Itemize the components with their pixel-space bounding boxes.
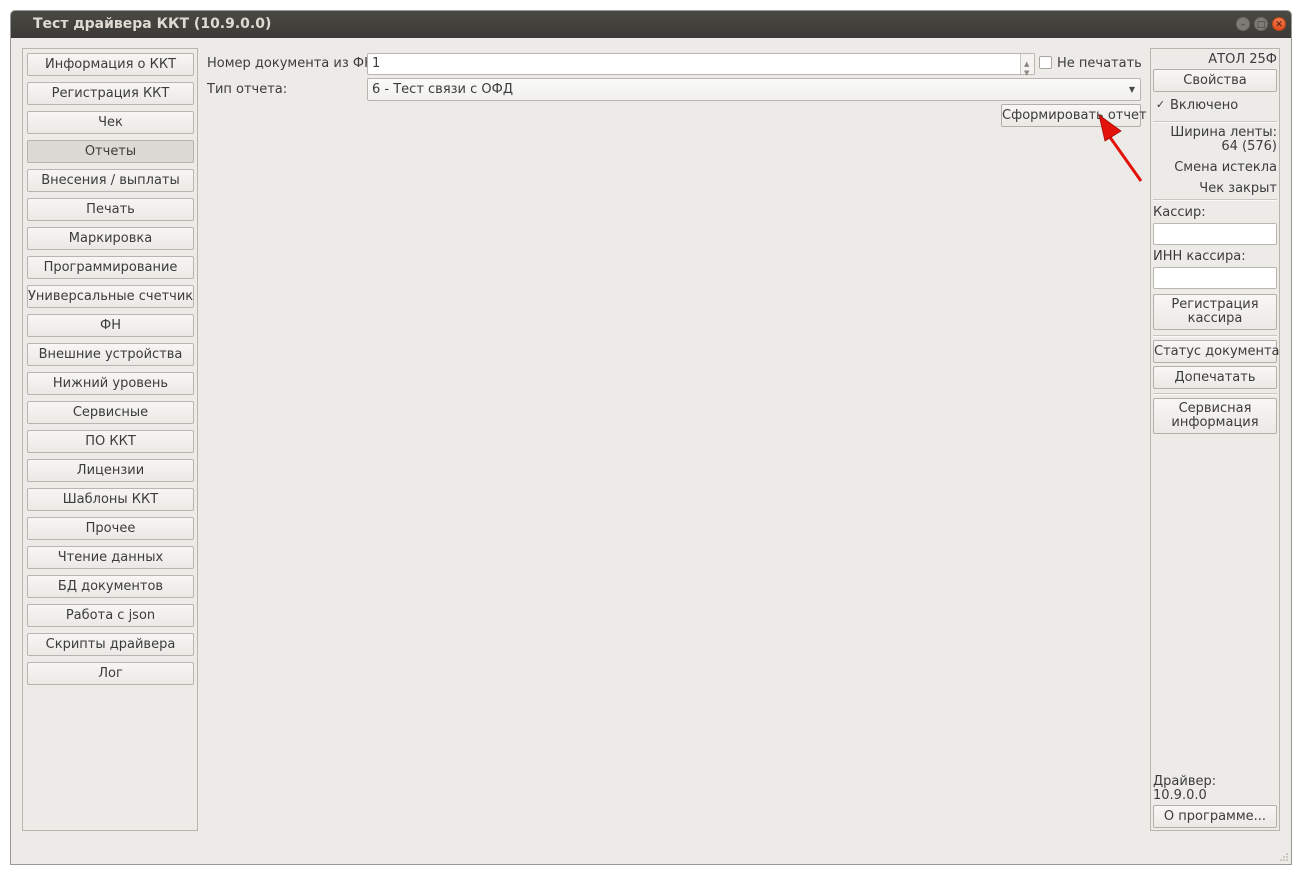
sidebar-item[interactable]: Универсальные счетчики [27,285,194,308]
divider [1153,199,1277,201]
shift-status: Смена истекла [1174,160,1277,175]
sidebar-item[interactable]: Печать [27,198,194,221]
register-cashier-line1: Регистрация [1171,297,1259,312]
sidebar-item[interactable]: Программирование [27,256,194,279]
app-window: Тест драйвера ККТ (10.9.0.0) – □ ✕ Инфор… [10,10,1292,865]
no-print-label: Не печатать [1057,56,1142,71]
about-button[interactable]: О программе... [1153,805,1277,828]
tape-width-value: 64 (576) [1221,139,1277,154]
cashier-label: Кассир: [1153,205,1206,220]
sidebar-item[interactable]: Скрипты драйвера [27,633,194,656]
report-type-label: Тип отчета: [207,82,288,97]
sidebar-item[interactable]: Отчеты [27,140,194,163]
no-print-checkbox[interactable] [1039,56,1052,69]
annotation-arrow-icon [1098,114,1143,182]
enabled-checkbox[interactable]: ✓ [1154,99,1167,112]
arrow-head [1098,114,1122,142]
reprint-button[interactable]: Допечатать [1153,366,1277,389]
sidebar-item[interactable]: Сервисные [27,401,194,424]
sidebar-item[interactable]: Нижний уровень [27,372,194,395]
sidebar-item[interactable]: Регистрация ККТ [27,82,194,105]
sidebar: Информация о ККТ Регистрация ККТ Чек Отчеты… [22,48,198,831]
doc-number-input[interactable]: 1 ▲ ▼ [367,53,1035,77]
window-title: Тест драйвера ККТ (10.9.0.0) [33,16,272,32]
close-button[interactable]: ✕ [1272,17,1286,31]
device-panel: АТОЛ 25Ф Свойства ✓ Включено Ширина лент… [1150,48,1280,831]
enabled-label: Включено [1170,98,1239,113]
sidebar-item[interactable]: Шаблоны ККТ [27,488,194,511]
minimize-button[interactable]: – [1236,17,1250,31]
doc-number-value: 1 [372,56,381,71]
service-info-button[interactable]: Сервисная информация [1153,398,1277,434]
sidebar-item[interactable]: ФН [27,314,194,337]
sidebar-item[interactable]: Информация о ККТ [27,53,194,76]
service-info-line2: информация [1171,415,1259,430]
register-cashier-line2: кассира [1187,311,1243,326]
divider [1153,393,1277,395]
title-bar[interactable]: Тест драйвера ККТ (10.9.0.0) – □ ✕ [11,11,1291,38]
sidebar-item[interactable]: Работа с json [27,604,194,627]
sidebar-item[interactable]: Прочее [27,517,194,540]
cashier-inn-label: ИНН кассира: [1153,249,1246,264]
sidebar-item[interactable]: Лог [27,662,194,685]
properties-button[interactable]: Свойства [1153,69,1277,92]
sidebar-item[interactable]: Маркировка [27,227,194,250]
register-cashier-button[interactable]: Регистрация кассира [1153,294,1277,330]
driver-version: 10.9.0.0 [1153,788,1207,803]
report-type-value: 6 - Тест связи с ОФД [372,82,514,97]
arrow-shaft [1105,132,1143,182]
sidebar-item[interactable]: Чтение данных [27,546,194,569]
maximize-button[interactable]: □ [1254,17,1268,31]
receipt-status: Чек закрыт [1199,181,1277,196]
resize-grip-icon[interactable] [1279,852,1289,862]
tape-width-label: Ширина ленты: [1170,125,1277,140]
sidebar-item[interactable]: Лицензии [27,459,194,482]
sidebar-item[interactable]: ПО ККТ [27,430,194,453]
service-info-line1: Сервисная [1178,401,1252,416]
sidebar-item[interactable]: Внешние устройства [27,343,194,366]
chevron-down-icon: ▼ [1128,85,1135,94]
divider [1153,121,1277,123]
device-model: АТОЛ 25Ф [1208,52,1277,67]
cashier-input[interactable] [1153,223,1277,245]
driver-label: Драйвер: [1153,774,1217,789]
sidebar-item[interactable]: Чек [27,111,194,134]
doc-number-label: Номер документа из ФН: [207,56,379,71]
sidebar-item[interactable]: Внесения / выплаты [27,169,194,192]
document-status-button[interactable]: Статус документа [1153,340,1280,363]
report-type-select[interactable]: 6 - Тест связи с ОФД ▼ [367,78,1141,101]
doc-number-spinner[interactable]: ▲ ▼ [1020,54,1034,77]
sidebar-item[interactable]: БД документов [27,575,194,598]
divider [1153,335,1277,337]
cashier-inn-input[interactable] [1153,267,1277,289]
